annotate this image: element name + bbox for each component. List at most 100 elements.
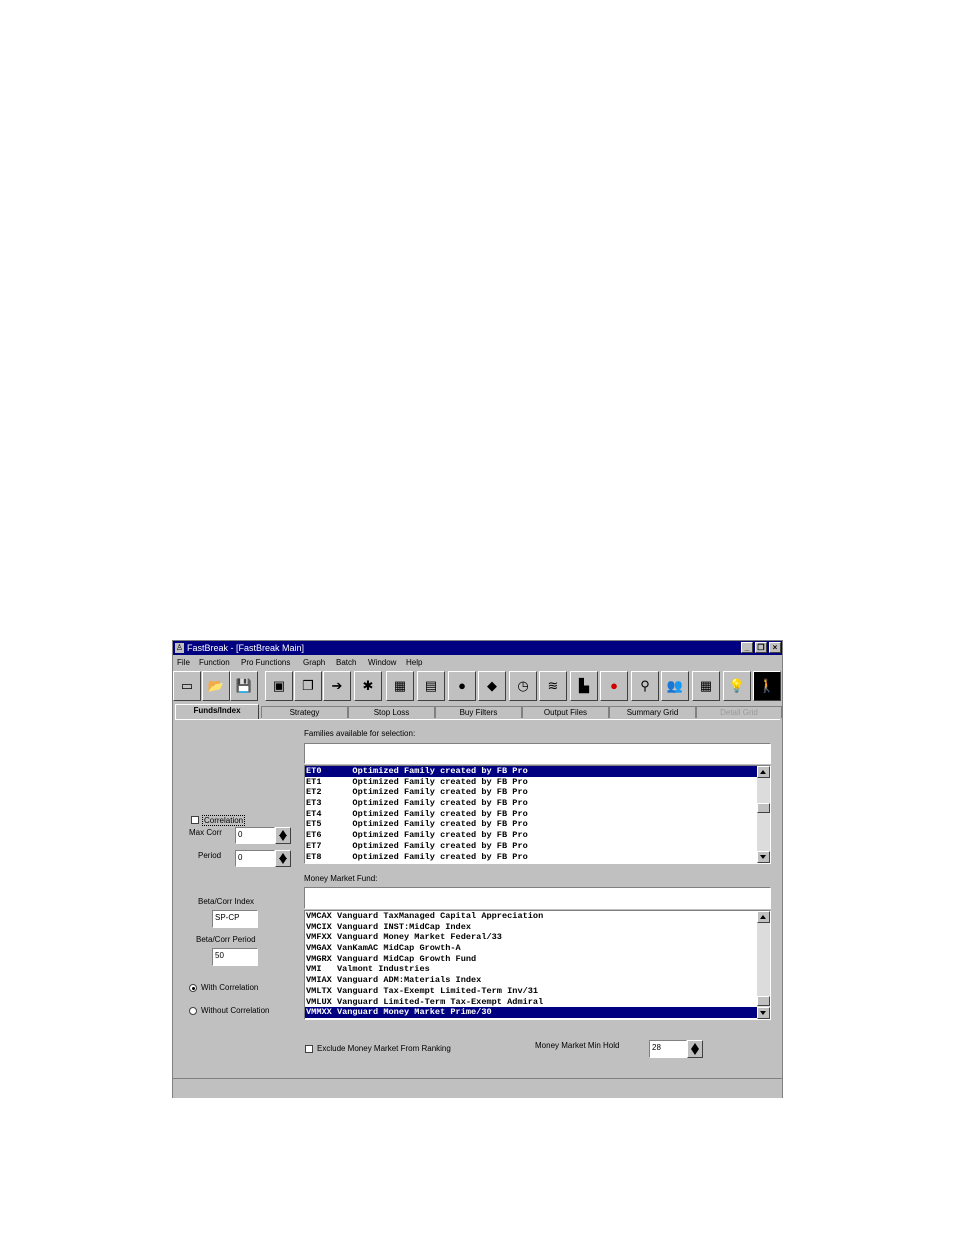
tab-funds-index[interactable]: Funds/Index (175, 704, 259, 719)
scroll-down-icon[interactable] (757, 1007, 770, 1019)
period-label: Period (198, 851, 222, 860)
beta-corr-index-label: Beta/Corr Index (198, 897, 255, 906)
stop-sign-icon[interactable]: ● (600, 671, 628, 701)
toolbar: ▭ 📂 💾 ▣ ❐ ➔ ✱ ▦ ▤ ● ◆ ◷ ≋ ▙ ● ⚲ 👥 ▦ 💡 🚶 (173, 670, 782, 703)
list-item[interactable]: ET2 Optimized Family created by FB Pro (305, 787, 770, 798)
export-icon[interactable]: ➔ (323, 671, 351, 701)
families-label: Families available for selection: (304, 729, 416, 738)
list-item[interactable]: VMLUX Vanguard Limited-Term Tax-Exempt A… (305, 997, 770, 1008)
list-item[interactable]: ET0 Optimized Family created by FB Pro (305, 766, 770, 777)
period-input[interactable]: 0 (235, 850, 275, 867)
money-market-label: Money Market Fund: (304, 874, 378, 883)
list-item[interactable]: VMFXX Vanguard Money Market Federal/33 (305, 932, 770, 943)
money-market-scrollbar[interactable] (757, 911, 770, 1019)
beta-corr-period-input[interactable]: 50 (212, 948, 258, 966)
list-item[interactable]: ET6 Optimized Family created by FB Pro (305, 830, 770, 841)
tab-output-files[interactable]: Output Files (522, 706, 609, 718)
list-item[interactable]: ET7 Optimized Family created by FB Pro (305, 841, 770, 852)
max-corr-label: Max Corr (189, 828, 222, 837)
tab-summary-grid[interactable]: Summary Grid (609, 706, 696, 718)
list-item[interactable]: ET1 Optimized Family created by FB Pro (305, 777, 770, 788)
new-icon[interactable]: ▭ (173, 671, 201, 701)
book-icon[interactable]: ▣ (265, 671, 293, 701)
scroll-thumb[interactable] (757, 996, 770, 1006)
min-hold-label: Money Market Min Hold (535, 1041, 620, 1050)
menu-window[interactable]: Window (368, 656, 396, 669)
diamond-icon[interactable]: ◆ (478, 671, 506, 701)
exclude-money-market-checkbox[interactable] (305, 1045, 313, 1053)
tools-icon[interactable]: ✱ (354, 671, 382, 701)
with-correlation-radio[interactable] (189, 984, 197, 992)
without-correlation-label: Without Correlation (201, 1006, 270, 1015)
scroll-thumb[interactable] (757, 803, 770, 813)
copy-icon[interactable]: ❐ (294, 671, 322, 701)
correlation-label: Correlation (202, 815, 246, 826)
map-icon[interactable]: ▦ (386, 671, 414, 701)
menu-file[interactable]: File (177, 656, 190, 669)
list-item[interactable]: VMGRX Vanguard MidCap Growth Fund (305, 954, 770, 965)
list-item[interactable]: VMIAX Vanguard ADM:Materials Index (305, 975, 770, 986)
tab-stop-loss[interactable]: Stop Loss (348, 706, 435, 718)
window-title: FastBreak - [FastBreak Main] (187, 643, 305, 653)
max-corr-spinner[interactable] (275, 827, 291, 844)
tab-detail-grid[interactable]: Detail Grid (696, 706, 782, 718)
tab-buy-filters[interactable]: Buy Filters (435, 706, 522, 718)
stopwatch-icon[interactable]: ◷ (509, 671, 537, 701)
lightbulb-icon[interactable]: 💡 (723, 671, 751, 701)
beta-corr-index-input[interactable]: SP-CP (212, 910, 258, 928)
list-item[interactable]: ET5 Optimized Family created by FB Pro (305, 819, 770, 830)
without-correlation-radio[interactable] (189, 1007, 197, 1015)
signal-icon[interactable]: ≋ (539, 671, 567, 701)
people-icon[interactable]: 👥 (661, 671, 689, 701)
list-item[interactable]: VMCAX Vanguard TaxManaged Capital Apprec… (305, 911, 770, 922)
menu-help[interactable]: Help (406, 656, 422, 669)
status-bar (173, 1078, 782, 1098)
minimize-button[interactable]: _ (741, 642, 753, 653)
menu-batch[interactable]: Batch (336, 656, 356, 669)
families-filter-input[interactable] (304, 743, 771, 764)
close-button[interactable]: × (769, 642, 781, 653)
color-wheel-icon[interactable]: ● (448, 671, 476, 701)
period-spinner[interactable] (275, 850, 291, 867)
chart-doc-icon[interactable]: ▤ (417, 671, 445, 701)
menu-graph[interactable]: Graph (303, 656, 325, 669)
beta-corr-period-label: Beta/Corr Period (196, 935, 256, 944)
list-item[interactable]: VMGAX VanKamAC MidCap Growth-A (305, 943, 770, 954)
exit-icon[interactable]: 🚶 (753, 671, 781, 701)
money-market-listbox[interactable]: VMCAX Vanguard TaxManaged Capital Apprec… (304, 910, 771, 1020)
scroll-up-icon[interactable] (757, 911, 770, 923)
list-item[interactable]: VMMXX Vanguard Money Market Prime/30 (305, 1007, 770, 1018)
list-item[interactable]: ET3 Optimized Family created by FB Pro (305, 798, 770, 809)
min-hold-input[interactable]: 28 (649, 1040, 687, 1058)
exclude-money-market-label: Exclude Money Market From Ranking (317, 1044, 451, 1053)
grid-icon[interactable]: ▦ (692, 671, 720, 701)
title-bar: ♙ FastBreak - [FastBreak Main] _ ❐ × (173, 641, 782, 655)
funds-index-panel: Correlation Max Corr 0 Period 0 Beta/Cor… (175, 719, 780, 1075)
list-item[interactable]: ET4 Optimized Family created by FB Pro (305, 809, 770, 820)
fastbreak-window: ♙ FastBreak - [FastBreak Main] _ ❐ × Fil… (172, 640, 783, 1098)
list-item[interactable]: VMI Valmont Industries (305, 964, 770, 975)
faucet-icon[interactable]: ⚲ (631, 671, 659, 701)
list-item[interactable]: ET8 Optimized Family created by FB Pro (305, 852, 770, 863)
min-hold-spinner[interactable] (687, 1040, 703, 1058)
restore-button[interactable]: ❐ (755, 642, 767, 653)
scroll-up-icon[interactable] (757, 766, 770, 778)
tab-strip: Funds/Index Strategy Stop Loss Buy Filters O… (173, 704, 782, 719)
save-disk-icon[interactable]: 💾 (230, 671, 258, 701)
list-item[interactable]: VMLTX Vanguard Tax-Exempt Limited-Term I… (305, 986, 770, 997)
families-scrollbar[interactable] (757, 766, 770, 863)
menu-pro-functions[interactable]: Pro Functions (241, 656, 290, 669)
with-correlation-label: With Correlation (201, 983, 259, 992)
families-listbox[interactable]: ET0 Optimized Family created by FB Pro ET… (304, 765, 771, 864)
bar-chart-icon[interactable]: ▙ (570, 671, 598, 701)
open-folder-icon[interactable]: 📂 (202, 671, 230, 701)
app-person-icon[interactable]: ♙ (175, 643, 184, 653)
menu-bar: File Function Pro Functions Graph Batch … (173, 656, 782, 669)
menu-function[interactable]: Function (199, 656, 230, 669)
max-corr-input[interactable]: 0 (235, 827, 275, 844)
tab-strategy[interactable]: Strategy (261, 706, 348, 718)
scroll-down-icon[interactable] (757, 851, 770, 863)
list-item[interactable]: VMCIX Vanguard INST:MidCap Index (305, 922, 770, 933)
money-market-filter-input[interactable] (304, 887, 771, 909)
correlation-checkbox[interactable] (191, 816, 199, 824)
